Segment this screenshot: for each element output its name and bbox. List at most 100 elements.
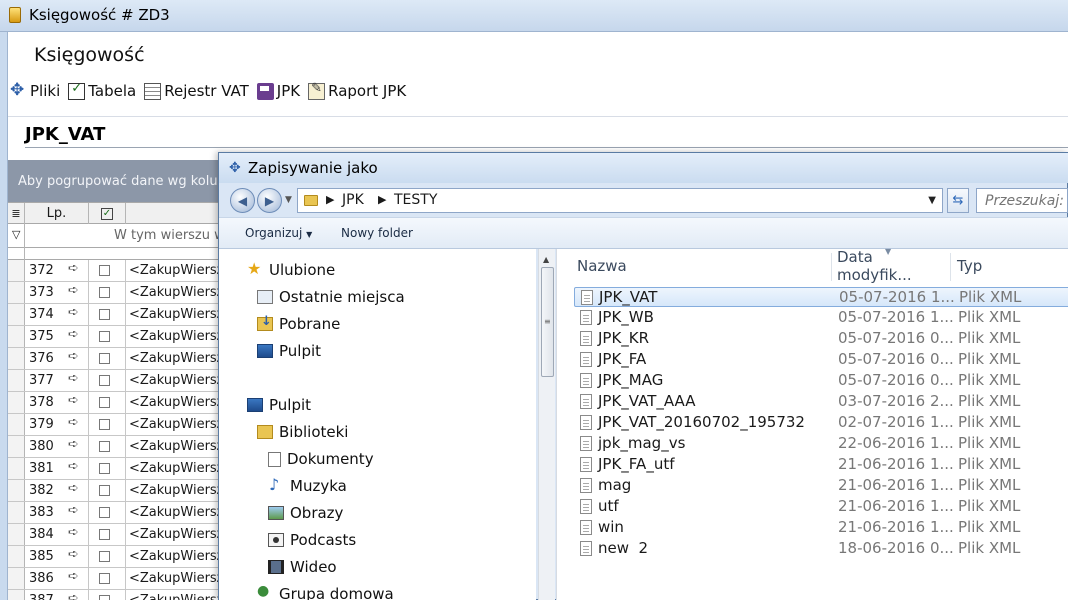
column-header-description[interactable] — [126, 203, 226, 224]
row-arrow-icon[interactable]: ➪ — [68, 305, 79, 320]
list-item[interactable]: JPK_MAG 05-07-2016 0... Plik XML — [574, 371, 1068, 391]
row-checkbox[interactable] — [99, 353, 110, 364]
new-folder-button[interactable]: Nowy folder — [341, 226, 413, 240]
table-menu-button[interactable]: Tabela — [68, 81, 136, 100]
row-checkbox[interactable] — [99, 573, 110, 584]
column-header-select[interactable]: ✓ — [89, 203, 126, 224]
row-arrow-icon[interactable]: ➪ — [68, 371, 79, 386]
row-indicator[interactable] — [8, 568, 25, 589]
breadcrumb-separator-icon[interactable]: ▶ — [326, 193, 334, 206]
row-indicator[interactable] — [8, 392, 25, 413]
row-checkbox[interactable] — [99, 595, 110, 600]
table-row[interactable]: 375 ➪ <ZakupWiersz t — [8, 326, 228, 348]
window-titlebar[interactable]: Księgowość # ZD3 — [0, 0, 1068, 32]
jpk-report-button[interactable]: Raport JPK — [308, 81, 406, 100]
nav-video[interactable]: Wideo — [268, 558, 337, 576]
list-item[interactable]: jpk_mag_vs 22-06-2016 1... Plik XML — [574, 434, 1068, 454]
row-indicator[interactable] — [8, 590, 25, 600]
table-row[interactable]: 378 ➪ <ZakupWiersz t — [8, 392, 228, 414]
row-arrow-icon[interactable]: ➪ — [68, 481, 79, 496]
list-item[interactable]: JPK_VAT 05-07-2016 1... Plik XML — [574, 287, 1068, 307]
breadcrumb-testy[interactable]: TESTY — [394, 192, 437, 208]
list-item[interactable]: JPK_KR 05-07-2016 0... Plik XML — [574, 329, 1068, 349]
list-item[interactable]: win 21-06-2016 1... Plik XML — [574, 518, 1068, 538]
row-arrow-icon[interactable]: ➪ — [68, 327, 79, 342]
table-row[interactable]: 386 ➪ <ZakupWiersz t — [8, 568, 228, 590]
table-row[interactable]: 380 ➪ <ZakupWiersz t — [8, 436, 228, 458]
address-dropdown-icon[interactable]: ▼ — [928, 195, 936, 206]
breadcrumb-jpk[interactable]: JPK — [342, 192, 364, 208]
row-arrow-icon[interactable]: ➪ — [68, 415, 79, 430]
row-checkbox[interactable] — [99, 375, 110, 386]
address-bar[interactable]: ▶ JPK ▶ TESTY ▼ — [297, 188, 943, 213]
row-indicator[interactable] — [8, 370, 25, 391]
row-indicator[interactable] — [8, 546, 25, 567]
table-row[interactable]: 379 ➪ <ZakupWiersz t — [8, 414, 228, 436]
navigation-scrollbar[interactable]: ▲ ≡ — [538, 249, 555, 600]
row-checkbox[interactable] — [99, 507, 110, 518]
list-item[interactable]: JPK_VAT_AAA 03-07-2016 2... Plik XML — [574, 392, 1068, 412]
row-indicator[interactable] — [8, 502, 25, 523]
row-indicator[interactable] — [8, 414, 25, 435]
nav-homegroup[interactable]: Grupa domowa — [257, 583, 394, 600]
table-row[interactable]: 385 ➪ <ZakupWiersz t — [8, 546, 228, 568]
row-indicator[interactable] — [8, 304, 25, 325]
table-row[interactable]: 372 ➪ <ZakupWiersz t — [8, 260, 228, 282]
row-checkbox[interactable] — [99, 419, 110, 430]
row-checkbox[interactable] — [99, 309, 110, 320]
column-separator[interactable] — [831, 253, 832, 281]
column-header-name[interactable]: Nazwa — [577, 249, 827, 283]
nav-pictures[interactable]: Obrazy — [268, 504, 343, 522]
row-indicator[interactable] — [8, 326, 25, 347]
table-row[interactable]: 387 ➪ <ZakupWiersz t — [8, 590, 228, 600]
scroll-up-icon[interactable]: ▲ — [543, 255, 549, 264]
row-arrow-icon[interactable]: ➪ — [68, 547, 79, 562]
row-checkbox[interactable] — [99, 441, 110, 452]
table-row[interactable]: 377 ➪ <ZakupWiersz t — [8, 370, 228, 392]
search-input[interactable] — [985, 190, 1068, 211]
jpk-menu-button[interactable]: JPK — [256, 82, 300, 100]
column-header-date[interactable]: Data modyfik... — [837, 248, 947, 284]
table-row[interactable]: 376 ➪ <ZakupWiersz t — [8, 348, 228, 370]
row-arrow-icon[interactable]: ➪ — [68, 349, 79, 364]
nav-music[interactable]: Muzyka — [268, 475, 347, 495]
table-row[interactable]: 374 ➪ <ZakupWiersz t — [8, 304, 228, 326]
refresh-button[interactable]: ⇆ — [947, 188, 969, 213]
row-checkbox[interactable] — [99, 529, 110, 540]
row-arrow-icon[interactable]: ➪ — [68, 393, 79, 408]
column-chooser-button[interactable]: ≣ — [8, 203, 25, 224]
row-arrow-icon[interactable]: ➪ — [68, 261, 79, 276]
row-arrow-icon[interactable]: ➪ — [68, 503, 79, 518]
nav-favorites-desktop[interactable]: Pulpit — [257, 342, 321, 360]
row-checkbox[interactable] — [99, 287, 110, 298]
row-arrow-icon[interactable]: ➪ — [68, 525, 79, 540]
organize-button[interactable]: Organizuj ▼ — [245, 226, 312, 240]
row-checkbox[interactable] — [99, 265, 110, 276]
nav-podcasts[interactable]: Podcasts — [268, 531, 356, 549]
forward-button[interactable]: ▶ — [257, 188, 282, 213]
table-row[interactable]: 384 ➪ <ZakupWiersz t — [8, 524, 228, 546]
row-arrow-icon[interactable]: ➪ — [68, 591, 79, 600]
row-checkbox[interactable] — [99, 485, 110, 496]
breadcrumb-separator-icon[interactable]: ▶ — [378, 193, 386, 206]
table-row[interactable]: 383 ➪ <ZakupWiersz t — [8, 502, 228, 524]
row-indicator[interactable] — [8, 348, 25, 369]
table-row[interactable]: 381 ➪ <ZakupWiersz t — [8, 458, 228, 480]
nav-documents[interactable]: Dokumenty — [268, 450, 374, 468]
nav-downloads[interactable]: Pobrane — [257, 314, 340, 333]
list-item[interactable]: mag 21-06-2016 1... Plik XML — [574, 476, 1068, 496]
row-indicator[interactable] — [8, 260, 25, 281]
row-indicator[interactable] — [8, 458, 25, 479]
nav-desktop[interactable]: Pulpit — [247, 396, 311, 414]
row-arrow-icon[interactable]: ➪ — [68, 283, 79, 298]
vat-register-button[interactable]: Rejestr VAT — [144, 82, 249, 100]
search-box[interactable] — [976, 188, 1068, 213]
column-header-lp[interactable]: Lp. — [25, 203, 89, 224]
nav-libraries[interactable]: Biblioteki — [257, 423, 348, 441]
row-indicator[interactable] — [8, 480, 25, 501]
row-checkbox[interactable] — [99, 551, 110, 562]
row-arrow-icon[interactable]: ➪ — [68, 437, 79, 452]
list-item[interactable]: utf 21-06-2016 1... Plik XML — [574, 497, 1068, 517]
list-item[interactable]: JPK_WB 05-07-2016 1... Plik XML — [574, 308, 1068, 328]
row-arrow-icon[interactable]: ➪ — [68, 459, 79, 474]
